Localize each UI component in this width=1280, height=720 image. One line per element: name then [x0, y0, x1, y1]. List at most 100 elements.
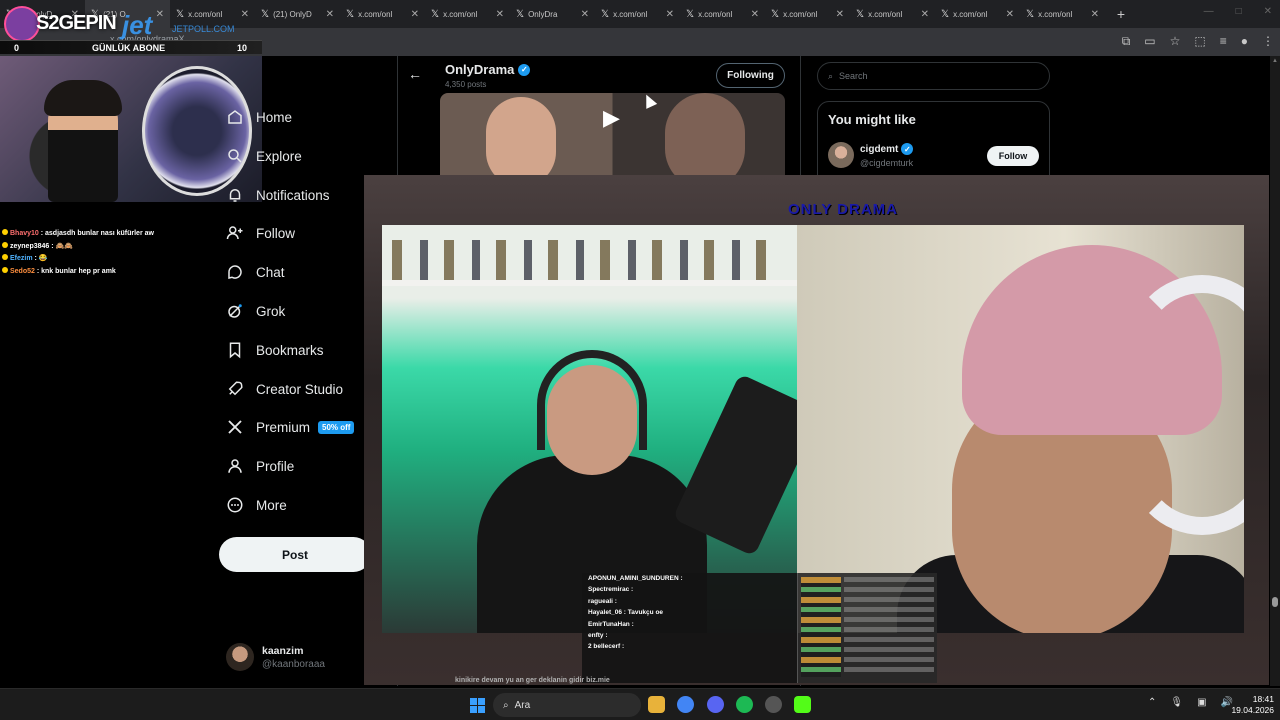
back-arrow-icon[interactable]: ←	[408, 66, 422, 82]
sidebar-item-creator-studio[interactable]: Creator Studio	[226, 374, 343, 404]
sidebar-item-label: Profile	[256, 458, 295, 474]
sidebar-item-follow[interactable]: Follow	[226, 218, 295, 248]
sidebar-item-home[interactable]: Home	[226, 102, 292, 132]
close-icon[interactable]: ✕	[921, 9, 929, 20]
close-icon[interactable]: ✕	[326, 9, 334, 20]
x-icon: 𝕏	[261, 8, 270, 20]
stream-chat: Bhavy10 : asdjasdh bunlar nası küfürler …	[2, 228, 232, 278]
play-icon[interactable]: ▶	[603, 105, 620, 131]
search-input[interactable]: ⌕ Search	[817, 62, 1050, 90]
search-placeholder: Search	[839, 71, 868, 81]
windows-start-icon[interactable]	[470, 698, 485, 713]
browser-tab[interactable]: 𝕏x.com/onl ✕	[850, 0, 935, 28]
star-icon[interactable]: ☆	[1170, 34, 1181, 49]
suggestion-name-row[interactable]: cigdemt ✓	[860, 143, 914, 155]
chat-icon	[228, 265, 242, 279]
profile-avatar-icon[interactable]: ●	[1241, 34, 1248, 49]
verified-badge-icon: ✓	[518, 63, 531, 76]
chat-lines	[844, 577, 934, 677]
sidebar-item-profile[interactable]: Profile	[226, 451, 294, 481]
sidebar-item-more[interactable]: More	[226, 490, 287, 520]
person-add-icon	[226, 226, 243, 240]
feed-video-thumbnail[interactable]: ▶	[440, 93, 785, 175]
translate-icon[interactable]: ⧉	[1122, 34, 1131, 49]
cast-icon[interactable]: ▭	[1144, 34, 1155, 49]
sidebar-item-notifications[interactable]: Notifications	[226, 180, 330, 210]
streamer-webcam	[0, 56, 262, 202]
badge-icon	[2, 229, 8, 235]
browser-tab[interactable]: 𝕏 OnlyDra ✕	[510, 0, 595, 28]
close-icon[interactable]: ✕	[496, 9, 504, 20]
sidebar-item-explore[interactable]: Explore	[226, 141, 302, 171]
close-icon[interactable]: ✕	[836, 9, 844, 20]
sidebar-item-grok[interactable]: Grok	[226, 296, 285, 326]
browser-tab[interactable]: 𝕏x.com/onl ✕	[595, 0, 680, 28]
maximize-icon[interactable]: □	[1236, 6, 1242, 17]
sidebar-item-label: Home	[256, 109, 293, 125]
taskbar-search[interactable]: ⌕ Ara	[493, 693, 641, 717]
sidebar-item-label: Chat	[256, 264, 285, 280]
chevron-up-icon[interactable]: ⌃	[1148, 697, 1156, 708]
popout-video-overlay[interactable]: ONLY DRAMA APONUN_AMINI_SUNDUREN : Spectr…	[364, 175, 1269, 685]
browser-tab[interactable]: 𝕏x.com/onl ✕	[1020, 0, 1105, 28]
person-icon	[228, 459, 242, 473]
browser-tab[interactable]: 𝕏x.com/onl ✕	[680, 0, 765, 28]
close-icon[interactable]: ✕	[581, 9, 589, 20]
close-icon[interactable]: ✕	[1091, 9, 1099, 20]
file-explorer-icon[interactable]	[648, 696, 665, 713]
sidebar-item-premium[interactable]: Premium 50% off	[226, 412, 355, 442]
avatar	[226, 643, 254, 671]
overlay-caption: kinikire devam yu an ger deklanin gidir …	[455, 677, 610, 684]
chat-message: 2 bellecerf :	[588, 643, 625, 651]
avatar[interactable]	[828, 142, 854, 168]
chrome-icon[interactable]	[677, 696, 694, 713]
account-name: kaanzim	[262, 644, 304, 657]
profile-name: OnlyDrama	[445, 62, 515, 77]
close-window-icon[interactable]: ✕	[1264, 6, 1272, 17]
sidebar-item-bookmarks[interactable]: Bookmarks	[226, 335, 324, 365]
chat-username: zeynep3846	[10, 242, 50, 250]
network-icon[interactable]: ▣	[1197, 697, 1206, 708]
page-scrollbar[interactable]	[1270, 56, 1280, 686]
figurines	[392, 240, 782, 280]
steam-icon[interactable]	[765, 696, 782, 713]
browser-tab[interactable]: 𝕏x.com/onl ✕	[765, 0, 850, 28]
minimize-icon[interactable]: —	[1204, 6, 1214, 17]
menu-icon[interactable]: ⋮	[1262, 34, 1274, 49]
reading-list-icon[interactable]: ≡	[1220, 34, 1227, 49]
scrollbar-thumb[interactable]	[1272, 597, 1278, 607]
browser-tab[interactable]: 𝕏x.com/onl ✕	[425, 0, 510, 28]
extensions-icon[interactable]: ⬚	[1194, 34, 1205, 49]
kick-icon[interactable]	[794, 696, 811, 713]
close-icon[interactable]: ✕	[751, 9, 759, 20]
scroll-up-icon[interactable]: ▲	[1272, 58, 1278, 64]
browser-tab[interactable]: 𝕏x.com/onl ✕	[935, 0, 1020, 28]
search-icon	[228, 149, 242, 163]
browser-tab[interactable]: 𝕏x.com/onl ✕	[340, 0, 425, 28]
clock[interactable]: 18:41 19.04.2026	[1228, 694, 1274, 716]
mic-icon[interactable]: 🎙	[1170, 697, 1183, 708]
windows-taskbar: ⌕ Ara ⌃ 🎙 ▣ 🔊 18:41 19.04.2026	[0, 688, 1280, 720]
chat-text: : 🙈🙈	[51, 242, 73, 250]
close-icon[interactable]: ✕	[666, 9, 674, 20]
x-icon: 𝕏	[941, 8, 950, 20]
x-icon: 𝕏	[1026, 8, 1035, 20]
close-icon[interactable]: ✕	[411, 9, 419, 20]
badge-icon	[2, 241, 8, 248]
follow-button[interactable]: Follow	[987, 146, 1039, 166]
account-switcher[interactable]: kaanzim @kaanboraaa	[226, 643, 325, 671]
chat-message: Sedo52 : knk bunlar hep pr amk	[2, 266, 232, 279]
sidebar-item-chat[interactable]: Chat	[226, 257, 285, 287]
discord-icon[interactable]	[707, 696, 724, 713]
tab-title: OnlyDra	[528, 9, 558, 19]
sponsor-logo: jet	[122, 10, 153, 40]
onlydrama-watermark: ONLY DRAMA	[788, 201, 899, 218]
new-tab-icon[interactable]: +	[1111, 6, 1131, 22]
following-button[interactable]: Following	[716, 63, 785, 88]
close-icon[interactable]: ✕	[1006, 9, 1014, 20]
streamer-hair	[44, 80, 122, 116]
post-button[interactable]: Post	[219, 537, 371, 572]
spotify-icon[interactable]	[736, 696, 753, 713]
chat-message: zeynep3846 : 🙈🙈	[2, 241, 232, 254]
browser-tab[interactable]: 𝕏 (21) OnlyD ✕	[255, 0, 340, 28]
